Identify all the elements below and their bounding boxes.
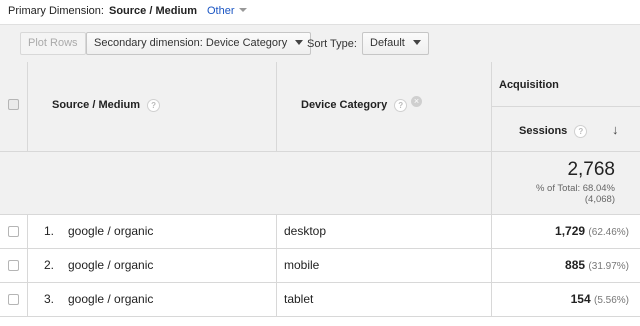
- table-row[interactable]: 1. google / organic desktop 1,729 (62.46…: [0, 215, 640, 248]
- sessions-value: 154: [570, 292, 591, 306]
- secondary-dimension-label: Secondary dimension: Device Category: [94, 37, 288, 49]
- primary-dimension-bar: Primary Dimension: Source / Medium Other: [0, 0, 640, 24]
- chevron-down-icon: [295, 40, 304, 45]
- total-sessions: 2,768: [567, 159, 615, 180]
- device-category-cell: mobile: [284, 258, 320, 272]
- sessions-percent: (31.97%): [588, 261, 629, 272]
- table-toolbar: Plot Rows Secondary dimension: Device Ca…: [0, 24, 640, 63]
- source-medium-cell[interactable]: google / organic: [68, 258, 153, 272]
- row-checkbox[interactable]: [8, 294, 19, 305]
- sort-descending-icon[interactable]: ↓: [612, 122, 619, 137]
- sessions-cell: 154 (5.56%): [571, 292, 629, 306]
- sessions-cell: 1,729 (62.46%): [555, 224, 629, 238]
- primary-dimension-current[interactable]: Source / Medium: [109, 5, 197, 17]
- column-header-sessions[interactable]: Sessions?: [519, 125, 588, 138]
- primary-dimension-label: Primary Dimension:: [8, 5, 104, 17]
- help-icon[interactable]: ?: [394, 99, 408, 112]
- primary-dimension-other-link[interactable]: Other: [207, 5, 247, 17]
- sort-type-dropdown[interactable]: Default: [362, 32, 429, 55]
- help-icon[interactable]: ?: [147, 99, 161, 112]
- select-all-checkbox[interactable]: [8, 99, 19, 110]
- total-overall: (4,068): [584, 194, 615, 205]
- other-label[interactable]: Other: [207, 5, 235, 17]
- sessions-value: 1,729: [555, 224, 586, 238]
- source-medium-cell[interactable]: google / organic: [68, 292, 153, 306]
- sort-type-value: Default: [370, 37, 405, 49]
- device-category-cell: tablet: [284, 292, 314, 306]
- table-row[interactable]: 3. google / organic tablet 154 (5.56%): [0, 283, 640, 316]
- row-index: 3.: [44, 292, 55, 306]
- sessions-percent: (62.46%): [588, 227, 629, 238]
- remove-dimension-icon[interactable]: ×: [411, 96, 422, 107]
- sessions-cell: 885 (31.97%): [565, 258, 629, 272]
- help-icon[interactable]: ?: [574, 125, 588, 138]
- row-index: 2.: [44, 258, 55, 272]
- device-category-header-label: Device Category: [301, 99, 388, 111]
- column-header-source-medium[interactable]: Source / Medium?: [52, 99, 161, 112]
- row-index: 1.: [44, 224, 55, 238]
- device-category-cell: desktop: [284, 224, 327, 238]
- sort-type-label: Sort Type:: [307, 38, 357, 50]
- column-header-device-category[interactable]: Device Category?: [301, 99, 408, 112]
- row-checkbox[interactable]: [8, 260, 19, 271]
- sessions-header-label: Sessions: [519, 125, 568, 137]
- source-medium-header-label: Source / Medium: [52, 99, 141, 111]
- table-row[interactable]: 2. google / organic mobile 885 (31.97%): [0, 249, 640, 282]
- secondary-dimension-dropdown[interactable]: Secondary dimension: Device Category: [86, 32, 312, 55]
- sessions-value: 885: [565, 258, 586, 272]
- source-medium-cell[interactable]: google / organic: [68, 224, 153, 238]
- chevron-down-icon: [238, 8, 247, 12]
- row-checkbox[interactable]: [8, 226, 19, 237]
- total-percent: % of Total: 68.04%: [535, 183, 615, 194]
- acquisition-group-header: Acquisition: [499, 79, 559, 91]
- chevron-down-icon: [412, 40, 421, 45]
- totals-row: 2,768 % of Total: 68.04% (4,068): [0, 152, 640, 214]
- sessions-percent: (5.56%): [593, 295, 629, 306]
- plot-rows-button[interactable]: Plot Rows: [20, 32, 86, 55]
- table-header: Source / Medium? Device Category? × Acqu…: [0, 62, 640, 151]
